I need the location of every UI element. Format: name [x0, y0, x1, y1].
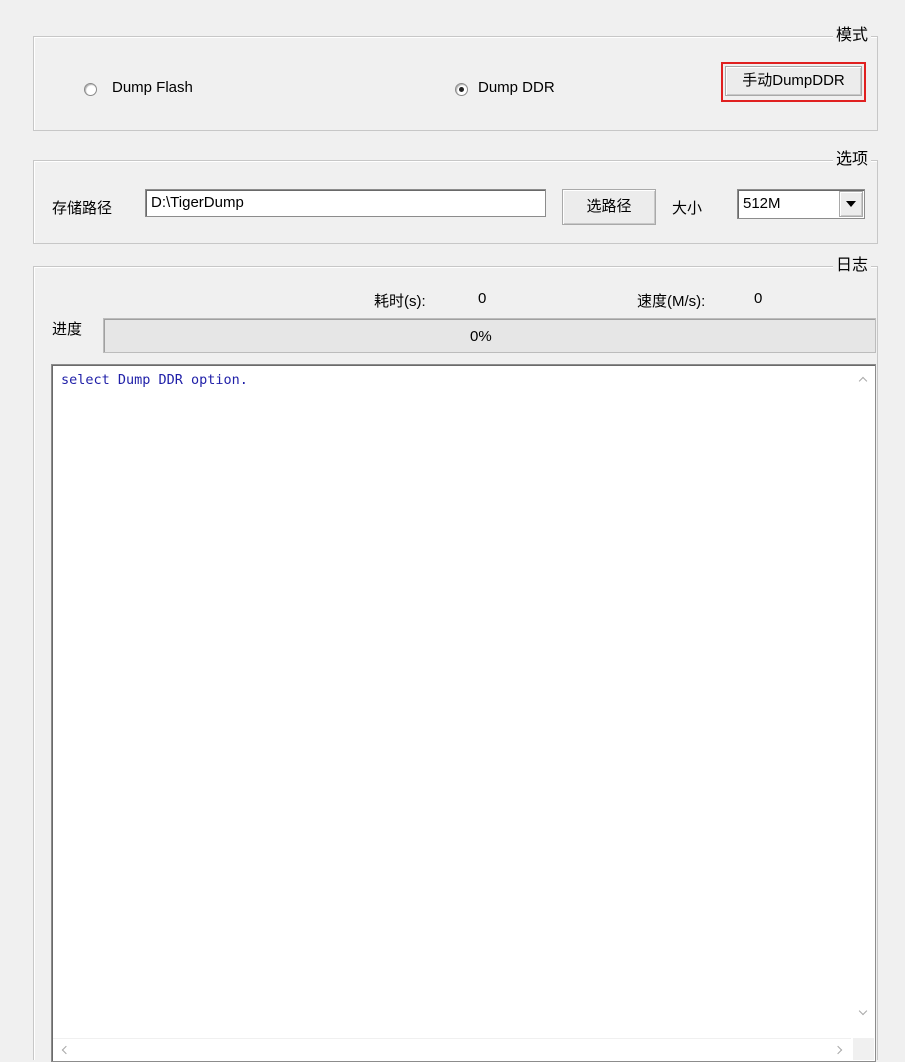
size-value: 512M — [743, 195, 781, 212]
options-group: 选项 存储路径 D:\TigerDump 选路径 大小 512M — [33, 149, 878, 244]
log-group-title: 日志 — [832, 255, 871, 277]
options-group-title: 选项 — [832, 149, 871, 171]
progress-label: 进度 — [52, 321, 83, 338]
progress-percent: 0% — [470, 328, 492, 345]
size-dropdown-button[interactable] — [839, 191, 863, 217]
elapsed-value: 0 — [478, 290, 487, 307]
mode-group-title: 模式 — [832, 25, 871, 47]
dump-ddr-label[interactable]: Dump DDR — [478, 79, 555, 96]
log-line: select Dump DDR option. — [61, 372, 248, 388]
scroll-left-icon[interactable] — [61, 1045, 71, 1055]
manual-dump-highlight: 手动DumpDDR — [721, 62, 866, 102]
log-group: 日志 耗时(s): 0 速度(M/s): 0 进度 0% select Dump… — [33, 255, 878, 1062]
dump-flash-radio[interactable] — [84, 83, 97, 96]
storage-path-label: 存储路径 — [52, 200, 113, 217]
progress-bar: 0% — [103, 318, 876, 353]
chevron-down-icon — [846, 201, 856, 207]
horizontal-scrollbar[interactable] — [53, 1038, 851, 1060]
size-label: 大小 — [672, 200, 703, 217]
scroll-right-icon[interactable] — [833, 1045, 843, 1055]
vertical-scrollbar[interactable] — [853, 366, 874, 1026]
storage-path-value: D:\TigerDump — [151, 194, 244, 211]
scroll-down-icon[interactable] — [858, 1006, 868, 1016]
elapsed-label: 耗时(s): — [374, 293, 426, 310]
scroll-up-icon[interactable] — [858, 376, 868, 386]
log-lines: select Dump DDR option. — [61, 372, 248, 388]
dump-ddr-radio[interactable] — [455, 83, 468, 96]
dump-flash-label[interactable]: Dump Flash — [112, 79, 193, 96]
storage-path-input[interactable]: D:\TigerDump — [145, 189, 546, 217]
speed-label: 速度(M/s): — [637, 293, 706, 310]
speed-value: 0 — [754, 290, 763, 307]
choose-path-button[interactable]: 选路径 — [562, 189, 656, 225]
log-area[interactable]: select Dump DDR option. — [51, 364, 876, 1062]
size-select[interactable]: 512M — [737, 189, 865, 219]
mode-group: 模式 Dump Flash Dump DDR 手动DumpDDR — [33, 25, 878, 131]
manual-dump-ddr-button[interactable]: 手动DumpDDR — [725, 66, 862, 96]
scrollbar-corner — [853, 1038, 874, 1060]
